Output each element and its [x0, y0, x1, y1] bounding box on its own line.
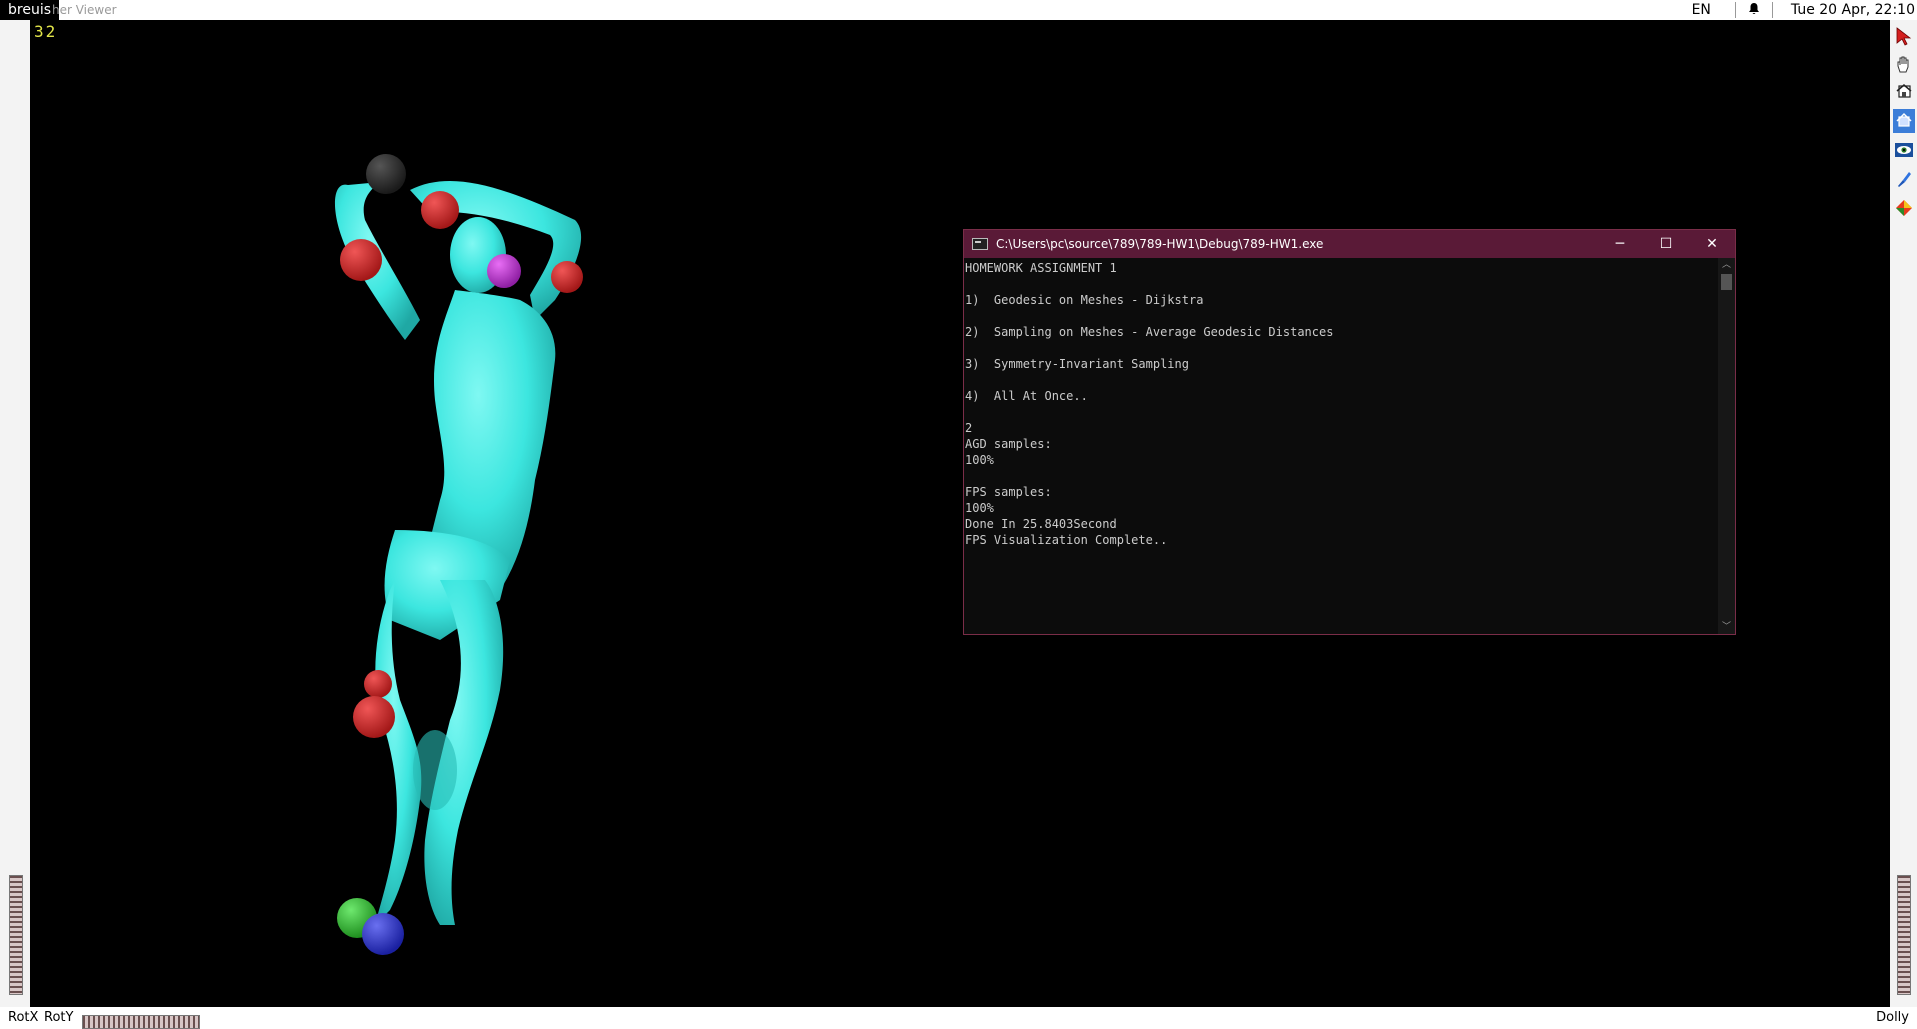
roty-label: RotY: [44, 1010, 74, 1025]
console-app-icon: [972, 238, 988, 250]
rotx-label: RotX: [8, 1010, 39, 1025]
sample-sphere: [362, 913, 404, 955]
keyboard-language[interactable]: EN: [1692, 2, 1725, 18]
sample-sphere: [551, 261, 583, 293]
left-rail: [0, 20, 30, 1007]
hand-pan-icon[interactable]: [1893, 52, 1915, 76]
console-titlebar[interactable]: C:\Users\pc\source\789\789-HW1\Debug\789…: [964, 230, 1735, 258]
dolly-label: Dolly: [1876, 1010, 1909, 1025]
bottom-bar: RotX RotY Dolly: [0, 1007, 1917, 1029]
console-window[interactable]: C:\Users\pc\source\789\789-HW1\Debug\789…: [963, 229, 1736, 635]
bell-icon[interactable]: [1746, 2, 1762, 19]
maximize-button[interactable]: ☐: [1643, 230, 1689, 258]
fps-counter: 32: [34, 22, 58, 41]
close-button[interactable]: ✕: [1689, 230, 1735, 258]
dolly-wheel[interactable]: [1897, 875, 1911, 995]
sample-sphere: [366, 154, 406, 194]
scroll-thumb[interactable]: [1721, 274, 1732, 290]
minimize-button[interactable]: ─: [1597, 230, 1643, 258]
perspective-toggle-icon[interactable]: [1893, 196, 1915, 220]
sample-sphere: [487, 254, 521, 288]
eye-view-icon[interactable]: [1893, 138, 1915, 162]
sample-sphere: [353, 696, 395, 738]
top-bar: breuis her Viewer EN Tue 20 Apr, 22:10: [0, 0, 1917, 20]
vertical-rotation-wheel[interactable]: [9, 875, 23, 995]
app-tag[interactable]: breuis: [0, 0, 60, 20]
console-output: HOMEWORK ASSIGNMENT 1 1) Geodesic on Mes…: [965, 261, 1334, 547]
home-view-icon[interactable]: [1893, 80, 1915, 104]
scroll-down-icon[interactable]: ﹀: [1718, 620, 1735, 634]
window-title: her Viewer: [52, 3, 117, 17]
system-tray: EN Tue 20 Apr, 22:10: [1692, 0, 1917, 20]
pointer-arrow-icon[interactable]: [1893, 24, 1915, 48]
horizontal-rotation-wheel[interactable]: [82, 1015, 200, 1029]
sample-sphere: [421, 191, 459, 229]
sample-sphere: [364, 670, 392, 698]
scroll-up-icon[interactable]: ︿: [1718, 258, 1735, 272]
console-title: C:\Users\pc\source\789\789-HW1\Debug\789…: [996, 237, 1324, 251]
console-body[interactable]: HOMEWORK ASSIGNMENT 1 1) Geodesic on Mes…: [964, 258, 1735, 634]
sample-sphere: [340, 239, 382, 281]
tray-divider: [1771, 2, 1773, 18]
mesh-figure: [334, 181, 582, 925]
tray-divider: [1734, 2, 1736, 18]
set-home-icon[interactable]: [1893, 109, 1915, 133]
clock[interactable]: Tue 20 Apr, 22:10: [1783, 2, 1917, 18]
console-scrollbar[interactable]: ︿ ﹀: [1718, 258, 1735, 634]
seek-icon[interactable]: [1893, 167, 1915, 191]
